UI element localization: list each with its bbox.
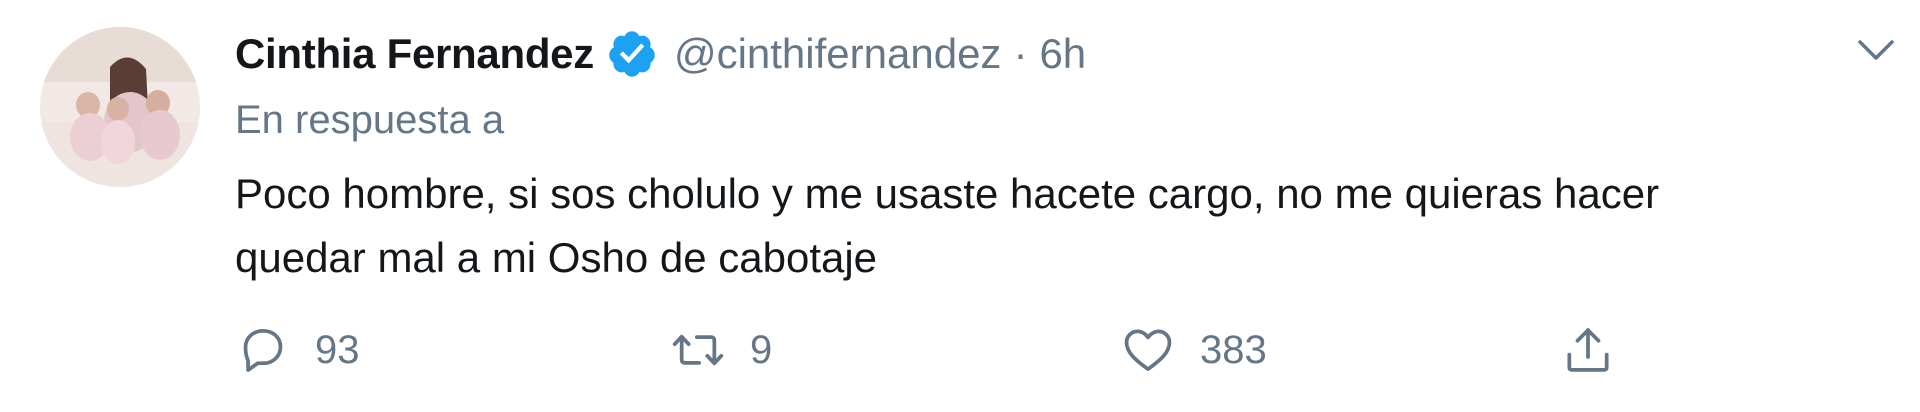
separator-dot: · xyxy=(1013,30,1028,77)
tweet-actions: 93 9 383 xyxy=(235,318,1875,382)
like-count: 383 xyxy=(1200,327,1267,372)
reply-button[interactable]: 93 xyxy=(235,318,360,382)
tweet-header: Cinthia Fernandez @cinthifernandez · 6h xyxy=(235,22,1086,86)
tweet[interactable]: Cinthia Fernandez @cinthifernandez · 6h … xyxy=(0,0,1920,412)
reply-context: En respuesta a xyxy=(235,98,505,142)
avatar-photo xyxy=(40,27,200,187)
avatar[interactable] xyxy=(40,27,200,187)
tweet-timestamp[interactable]: 6h xyxy=(1039,30,1086,78)
tweet-text: Poco hombre, si sos cholulo y me usaste … xyxy=(235,170,1660,281)
reply-count: 93 xyxy=(315,327,360,372)
display-name[interactable]: Cinthia Fernandez xyxy=(235,30,594,78)
retweet-count: 9 xyxy=(750,327,773,372)
author-handle[interactable]: @cinthifernandez xyxy=(674,30,1002,78)
verified-badge-icon xyxy=(606,28,658,80)
chevron-down-icon[interactable] xyxy=(1852,30,1900,70)
like-button[interactable]: 383 xyxy=(1120,318,1267,382)
retweet-button[interactable]: 9 xyxy=(670,318,772,382)
retweet-icon xyxy=(670,322,726,378)
share-button[interactable] xyxy=(1560,318,1616,382)
reply-icon xyxy=(235,322,291,378)
heart-icon xyxy=(1120,322,1176,378)
share-icon xyxy=(1560,322,1616,378)
